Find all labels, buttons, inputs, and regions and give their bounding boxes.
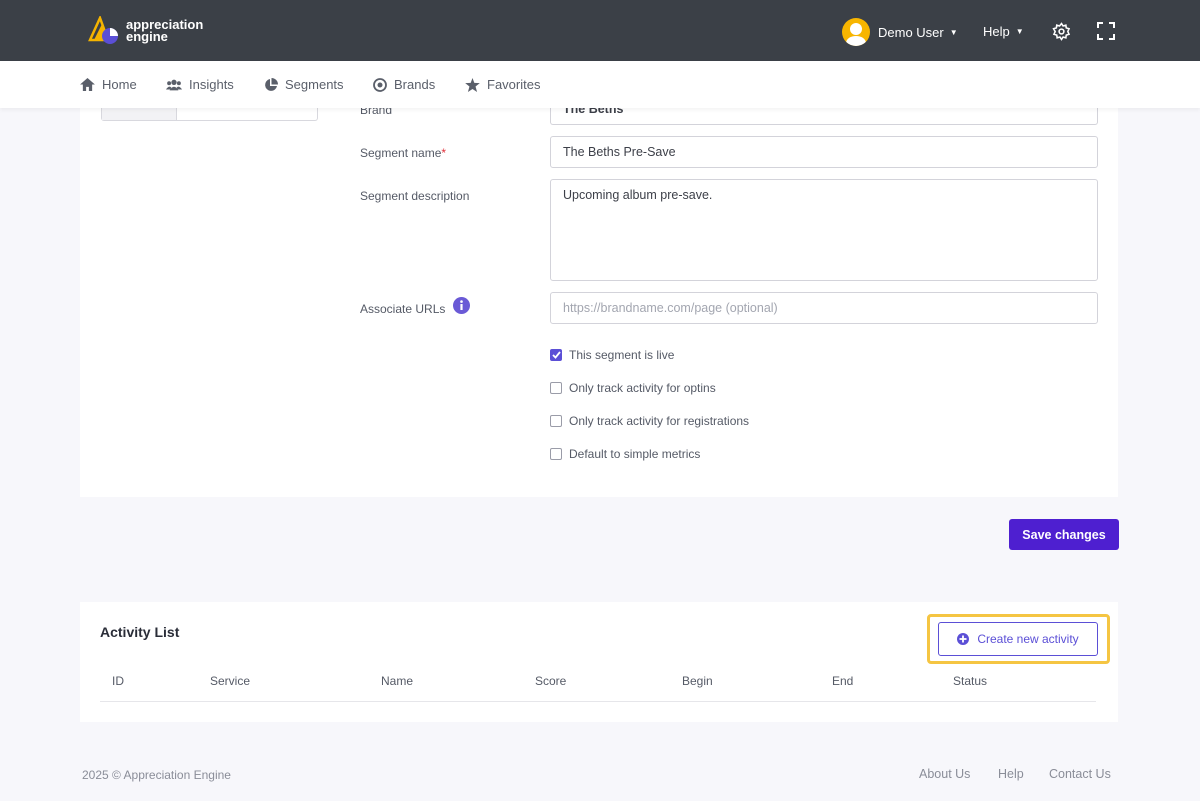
checkbox-unchecked[interactable] — [550, 382, 562, 394]
table-header-divider — [100, 701, 1096, 702]
fullscreen-icon[interactable] — [1097, 22, 1115, 40]
segment-description-label: Segment description — [360, 189, 470, 203]
checkbox-simple-metrics[interactable]: Default to simple metrics — [550, 447, 700, 461]
main-nav: Home Insights Segments Brands Favorites — [0, 61, 1200, 108]
logo-icon — [88, 16, 118, 44]
column-header-id[interactable]: ID — [112, 674, 124, 688]
footer-link-about[interactable]: About Us — [919, 767, 970, 781]
activity-list-card: Activity List Create new activity ID Ser… — [80, 602, 1118, 722]
gear-icon[interactable] — [1052, 22, 1071, 41]
users-icon — [166, 79, 182, 90]
chevron-down-icon: ▼ — [1015, 27, 1024, 36]
nav-item-home[interactable]: Home — [80, 77, 137, 92]
star-icon — [465, 77, 480, 92]
associate-urls-label: Associate URLs — [360, 302, 446, 316]
user-menu[interactable]: Demo User ▼ — [842, 18, 958, 46]
user-name: Demo User — [878, 24, 944, 40]
column-header-status[interactable]: Status — [953, 674, 987, 688]
pie-chart-icon — [265, 77, 278, 91]
nav-item-segments[interactable]: Segments — [264, 77, 344, 92]
column-header-begin[interactable]: Begin — [682, 674, 713, 688]
checkbox-unchecked[interactable] — [550, 448, 562, 460]
checkbox-registrations[interactable]: Only track activity for registrations — [550, 414, 749, 428]
home-icon — [80, 78, 95, 91]
associate-urls-input[interactable]: https://brandname.com/page (optional) — [550, 292, 1098, 324]
segment-form-card: Brand The Beths Segment name* The Beths … — [80, 90, 1118, 497]
plus-circle-icon — [957, 633, 970, 645]
nav-item-insights[interactable]: Insights — [166, 77, 234, 92]
brand-logo[interactable]: appreciation engine — [88, 16, 203, 46]
avatar — [842, 18, 870, 46]
column-header-score[interactable]: Score — [535, 674, 566, 688]
segment-name-field[interactable]: The Beths Pre-Save — [550, 136, 1098, 168]
checkbox-segment-live[interactable]: This segment is live — [550, 348, 674, 362]
nav-item-favorites[interactable]: Favorites — [465, 77, 540, 92]
checkbox-unchecked[interactable] — [550, 415, 562, 427]
target-icon — [373, 77, 387, 92]
help-label: Help — [983, 24, 1010, 39]
brand-name: appreciation engine — [126, 17, 204, 44]
segment-name-label: Segment name* — [360, 146, 447, 160]
save-changes-button[interactable]: Save changes — [1009, 519, 1119, 550]
footer-link-contact[interactable]: Contact Us — [1049, 767, 1111, 781]
footer-copyright: 2025 © Appreciation Engine — [82, 768, 231, 782]
nav-item-brands[interactable]: Brands — [373, 77, 435, 92]
checkbox-checked[interactable] — [550, 349, 562, 361]
info-icon[interactable] — [453, 297, 470, 314]
activity-list-title: Activity List — [100, 624, 180, 640]
chevron-down-icon: ▼ — [949, 27, 958, 37]
create-new-activity-button[interactable]: Create new activity — [938, 622, 1098, 656]
column-header-name[interactable]: Name — [381, 674, 413, 688]
column-header-service[interactable]: Service — [210, 674, 250, 688]
checkbox-optins[interactable]: Only track activity for optins — [550, 381, 716, 395]
column-header-end[interactable]: End — [832, 674, 853, 688]
footer-link-help[interactable]: Help — [998, 767, 1024, 781]
help-menu[interactable]: Help ▼ — [983, 24, 1024, 39]
segment-description-textarea[interactable]: Upcoming album pre-save. — [550, 179, 1098, 281]
top-bar: appreciation engine Demo User ▼ Help ▼ — [0, 0, 1200, 61]
